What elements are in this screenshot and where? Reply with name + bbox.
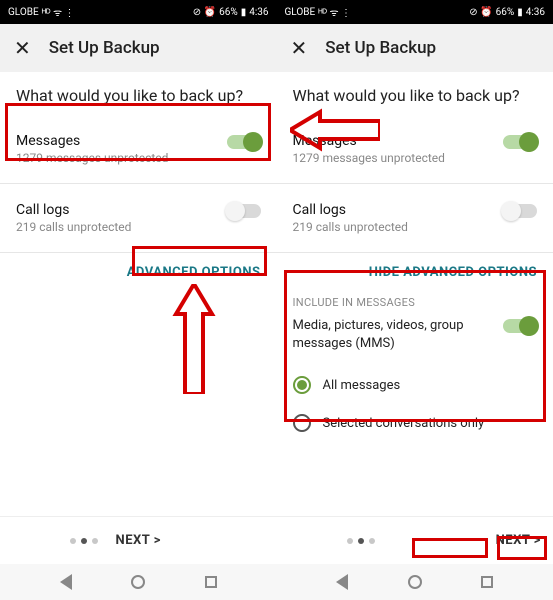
messages-toggle[interactable]: [503, 135, 537, 149]
advanced-options-link[interactable]: ADVANCED OPTIONS: [16, 265, 261, 280]
divider: [277, 183, 553, 184]
alarm-icon: ⊘ ⏰: [469, 7, 492, 18]
hide-advanced-link[interactable]: HIDE ADVANCED OPTIONS: [293, 265, 538, 280]
calllogs-sub: 219 calls unprotected: [16, 220, 131, 234]
close-icon[interactable]: ✕: [291, 36, 308, 60]
radio-selected-only[interactable]: Selected conversations only: [293, 404, 538, 442]
battery-icon: ▮: [517, 7, 523, 18]
signal-icon: ᴴᴰ ᯤ ⋮: [42, 5, 75, 19]
advanced-section: INCLUDE IN MESSAGES Media, pictures, vid…: [293, 290, 538, 442]
battery-icon: ▮: [241, 7, 247, 18]
page-header: ✕ Set Up Backup: [277, 24, 553, 72]
media-label: Media, pictures, videos, group messages …: [293, 317, 473, 352]
status-bar: GLOBE ᴴᴰ ᯤ ⋮ ⊘ ⏰ 66% ▮ 4:36: [0, 0, 277, 24]
media-toggle[interactable]: [503, 319, 537, 333]
calllogs-sub: 219 calls unprotected: [293, 220, 408, 234]
android-navbar: [0, 564, 277, 600]
messages-label: Messages: [16, 133, 168, 149]
next-button[interactable]: NEXT >: [116, 533, 161, 548]
messages-sub: 1279 messages unprotected: [293, 151, 445, 165]
close-icon[interactable]: ✕: [14, 36, 31, 60]
status-time: 4:36: [249, 7, 268, 18]
row-calllogs[interactable]: Call logs 219 calls unprotected: [16, 192, 261, 244]
footer-bar: NEXT >: [277, 516, 553, 564]
backup-question: What would you like to back up?: [16, 86, 261, 105]
messages-label: Messages: [293, 133, 445, 149]
divider: [0, 252, 277, 253]
nav-recent-icon[interactable]: [205, 576, 217, 588]
next-button[interactable]: NEXT >: [496, 533, 541, 548]
nav-home-icon[interactable]: [131, 575, 145, 589]
status-bar: GLOBE ᴴᴰ ᯤ ⋮ ⊘ ⏰ 66% ▮ 4:36: [277, 0, 553, 24]
nav-back-icon[interactable]: [60, 574, 72, 590]
messages-toggle[interactable]: [227, 135, 261, 149]
row-calllogs[interactable]: Call logs 219 calls unprotected: [293, 192, 538, 244]
row-messages[interactable]: Messages 1279 messages unprotected: [16, 123, 261, 175]
radio-icon-selected: [293, 376, 311, 394]
divider: [277, 252, 553, 253]
messages-sub: 1279 messages unprotected: [16, 151, 168, 165]
divider: [0, 183, 277, 184]
page-dots: [347, 538, 375, 544]
android-navbar: [277, 564, 553, 600]
carrier-label: GLOBE: [285, 7, 316, 18]
radio-selected-label: Selected conversations only: [323, 416, 485, 431]
page-header: ✕ Set Up Backup: [0, 24, 277, 72]
page-title: Set Up Backup: [325, 38, 436, 58]
media-row[interactable]: Media, pictures, videos, group messages …: [293, 317, 538, 352]
radio-icon-unselected: [293, 414, 311, 432]
carrier-label: GLOBE: [8, 7, 39, 18]
calllogs-label: Call logs: [293, 202, 408, 218]
radio-all-label: All messages: [323, 378, 401, 393]
battery-percent: 66%: [496, 7, 515, 18]
page-title: Set Up Backup: [49, 38, 160, 58]
calllogs-toggle[interactable]: [503, 204, 537, 218]
page-dots: [70, 538, 98, 544]
footer-bar: NEXT >: [0, 516, 277, 564]
nav-home-icon[interactable]: [408, 575, 422, 589]
signal-icon: ᴴᴰ ᯤ ⋮: [318, 5, 351, 19]
screen-right: GLOBE ᴴᴰ ᯤ ⋮ ⊘ ⏰ 66% ▮ 4:36 ✕ Set Up Bac…: [277, 0, 553, 600]
nav-recent-icon[interactable]: [481, 576, 493, 588]
alarm-icon: ⊘ ⏰: [193, 7, 216, 18]
screen-left: GLOBE ᴴᴰ ᯤ ⋮ ⊘ ⏰ 66% ▮ 4:36 ✕ Set Up Bac…: [0, 0, 277, 600]
calllogs-toggle[interactable]: [227, 204, 261, 218]
row-messages[interactable]: Messages 1279 messages unprotected: [293, 123, 538, 175]
calllogs-label: Call logs: [16, 202, 131, 218]
radio-all-messages[interactable]: All messages: [293, 366, 538, 404]
battery-percent: 66%: [219, 7, 238, 18]
include-in-messages-header: INCLUDE IN MESSAGES: [293, 296, 538, 309]
nav-back-icon[interactable]: [336, 574, 348, 590]
backup-question: What would you like to back up?: [293, 86, 538, 105]
status-time: 4:36: [526, 7, 545, 18]
